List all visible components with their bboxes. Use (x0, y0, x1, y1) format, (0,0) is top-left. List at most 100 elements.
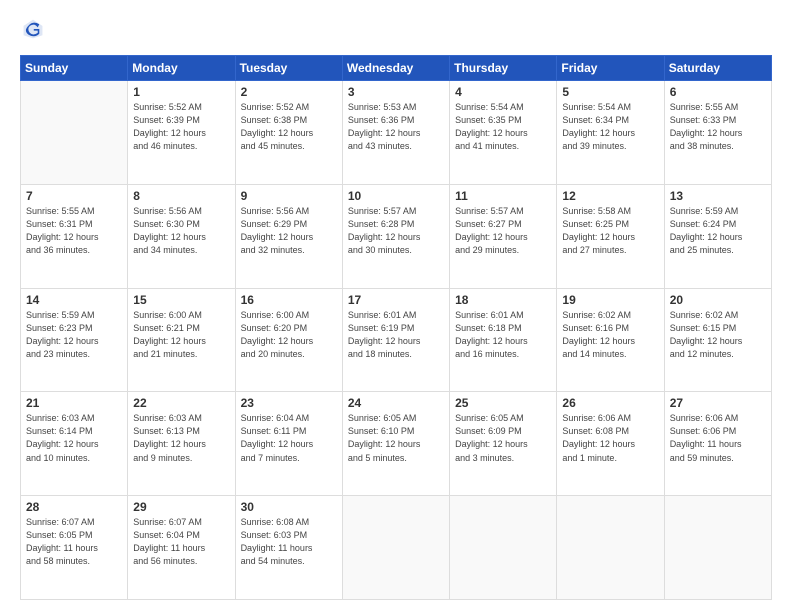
day-number: 2 (241, 85, 337, 99)
calendar-cell: 13 Sunrise: 5:59 AM Sunset: 6:24 PM Dayli… (664, 184, 771, 288)
calendar-cell: 16 Sunrise: 6:00 AM Sunset: 6:20 PM Dayli… (235, 288, 342, 392)
calendar-cell: 26Sunrise: 6:06 AM Sunset: 6:08 PM Dayli… (557, 392, 664, 496)
day-info: Sunrise: 6:08 AM Sunset: 6:03 PM Dayligh… (241, 516, 337, 568)
day-info: Sunrise: 6:02 AM Sunset: 6:15 PM Dayligh… (670, 309, 766, 361)
calendar-cell: 28Sunrise: 6:07 AM Sunset: 6:05 PM Dayli… (21, 496, 128, 600)
calendar-cell: 11Sunrise: 5:57 AM Sunset: 6:27 PM Dayli… (450, 184, 557, 288)
day-info: Sunrise: 6:07 AM Sunset: 6:05 PM Dayligh… (26, 516, 122, 568)
calendar-cell: 2 Sunrise: 5:52 AM Sunset: 6:38 PM Daylig… (235, 81, 342, 185)
calendar-week-row: 21 Sunrise: 6:03 AM Sunset: 6:14 PM Dayli… (21, 392, 772, 496)
calendar-cell: 20 Sunrise: 6:02 AM Sunset: 6:15 PM Dayli… (664, 288, 771, 392)
header (20, 18, 772, 45)
calendar-week-row: 1 Sunrise: 5:52 AM Sunset: 6:39 PM Daylig… (21, 81, 772, 185)
calendar-cell: 30 Sunrise: 6:08 AM Sunset: 6:03 PM Dayli… (235, 496, 342, 600)
calendar-week-row: 7 Sunrise: 5:55 AM Sunset: 6:31 PM Daylig… (21, 184, 772, 288)
day-number: 21 (26, 396, 122, 410)
day-number: 18 (455, 293, 551, 307)
day-info: Sunrise: 6:06 AM Sunset: 6:08 PM Dayligh… (562, 412, 658, 464)
day-number: 5 (562, 85, 658, 99)
calendar-cell (664, 496, 771, 600)
day-info: Sunrise: 5:54 AM Sunset: 6:35 PM Dayligh… (455, 101, 551, 153)
calendar-cell (450, 496, 557, 600)
day-info: Sunrise: 5:55 AM Sunset: 6:31 PM Dayligh… (26, 205, 122, 257)
day-info: Sunrise: 5:54 AM Sunset: 6:34 PM Dayligh… (562, 101, 658, 153)
calendar-cell (557, 496, 664, 600)
calendar-cell: 7 Sunrise: 5:55 AM Sunset: 6:31 PM Daylig… (21, 184, 128, 288)
calendar-cell: 15 Sunrise: 6:00 AM Sunset: 6:21 PM Dayli… (128, 288, 235, 392)
day-number: 22 (133, 396, 229, 410)
day-info: Sunrise: 5:52 AM Sunset: 6:39 PM Dayligh… (133, 101, 229, 153)
day-info: Sunrise: 6:06 AM Sunset: 6:06 PM Dayligh… (670, 412, 766, 464)
calendar-cell (21, 81, 128, 185)
day-number: 29 (133, 500, 229, 514)
day-number: 13 (670, 189, 766, 203)
day-number: 15 (133, 293, 229, 307)
day-number: 4 (455, 85, 551, 99)
day-number: 8 (133, 189, 229, 203)
calendar-table: SundayMondayTuesdayWednesdayThursdayFrid… (20, 55, 772, 600)
day-info: Sunrise: 5:52 AM Sunset: 6:38 PM Dayligh… (241, 101, 337, 153)
logo (20, 18, 48, 45)
day-info: Sunrise: 6:04 AM Sunset: 6:11 PM Dayligh… (241, 412, 337, 464)
calendar-cell: 24 Sunrise: 6:05 AM Sunset: 6:10 PM Dayli… (342, 392, 449, 496)
calendar-cell: 3 Sunrise: 5:53 AM Sunset: 6:36 PM Daylig… (342, 81, 449, 185)
day-info: Sunrise: 6:03 AM Sunset: 6:13 PM Dayligh… (133, 412, 229, 464)
day-number: 6 (670, 85, 766, 99)
calendar-cell: 12 Sunrise: 5:58 AM Sunset: 6:25 PM Dayli… (557, 184, 664, 288)
day-number: 10 (348, 189, 444, 203)
weekday-header: Sunday (21, 56, 128, 81)
calendar-week-row: 28Sunrise: 6:07 AM Sunset: 6:05 PM Dayli… (21, 496, 772, 600)
day-info: Sunrise: 6:01 AM Sunset: 6:19 PM Dayligh… (348, 309, 444, 361)
day-number: 17 (348, 293, 444, 307)
day-number: 27 (670, 396, 766, 410)
day-number: 12 (562, 189, 658, 203)
calendar-cell: 8 Sunrise: 5:56 AM Sunset: 6:30 PM Daylig… (128, 184, 235, 288)
day-info: Sunrise: 6:03 AM Sunset: 6:14 PM Dayligh… (26, 412, 122, 464)
calendar-cell: 29 Sunrise: 6:07 AM Sunset: 6:04 PM Dayli… (128, 496, 235, 600)
day-number: 3 (348, 85, 444, 99)
calendar-cell: 18 Sunrise: 6:01 AM Sunset: 6:18 PM Dayli… (450, 288, 557, 392)
day-info: Sunrise: 5:56 AM Sunset: 6:30 PM Dayligh… (133, 205, 229, 257)
weekday-header: Wednesday (342, 56, 449, 81)
calendar-cell: 21 Sunrise: 6:03 AM Sunset: 6:14 PM Dayli… (21, 392, 128, 496)
day-number: 25 (455, 396, 551, 410)
day-info: Sunrise: 5:59 AM Sunset: 6:24 PM Dayligh… (670, 205, 766, 257)
day-info: Sunrise: 5:57 AM Sunset: 6:27 PM Dayligh… (455, 205, 551, 257)
day-info: Sunrise: 6:00 AM Sunset: 6:21 PM Dayligh… (133, 309, 229, 361)
day-number: 20 (670, 293, 766, 307)
calendar-cell: 25 Sunrise: 6:05 AM Sunset: 6:09 PM Dayli… (450, 392, 557, 496)
calendar-cell: 23Sunrise: 6:04 AM Sunset: 6:11 PM Dayli… (235, 392, 342, 496)
weekday-header: Saturday (664, 56, 771, 81)
day-number: 14 (26, 293, 122, 307)
weekday-header: Monday (128, 56, 235, 81)
day-number: 19 (562, 293, 658, 307)
calendar-cell: 6Sunrise: 5:55 AM Sunset: 6:33 PM Daylig… (664, 81, 771, 185)
day-info: Sunrise: 5:53 AM Sunset: 6:36 PM Dayligh… (348, 101, 444, 153)
day-number: 1 (133, 85, 229, 99)
logo-icon (22, 18, 44, 40)
calendar-cell: 5 Sunrise: 5:54 AM Sunset: 6:34 PM Daylig… (557, 81, 664, 185)
calendar-header-row: SundayMondayTuesdayWednesdayThursdayFrid… (21, 56, 772, 81)
calendar-cell: 19 Sunrise: 6:02 AM Sunset: 6:16 PM Dayli… (557, 288, 664, 392)
weekday-header: Tuesday (235, 56, 342, 81)
day-info: Sunrise: 6:02 AM Sunset: 6:16 PM Dayligh… (562, 309, 658, 361)
day-info: Sunrise: 6:01 AM Sunset: 6:18 PM Dayligh… (455, 309, 551, 361)
day-info: Sunrise: 6:05 AM Sunset: 6:09 PM Dayligh… (455, 412, 551, 464)
day-info: Sunrise: 5:58 AM Sunset: 6:25 PM Dayligh… (562, 205, 658, 257)
calendar-cell: 27 Sunrise: 6:06 AM Sunset: 6:06 PM Dayli… (664, 392, 771, 496)
day-info: Sunrise: 6:05 AM Sunset: 6:10 PM Dayligh… (348, 412, 444, 464)
day-info: Sunrise: 5:56 AM Sunset: 6:29 PM Dayligh… (241, 205, 337, 257)
calendar-cell: 1 Sunrise: 5:52 AM Sunset: 6:39 PM Daylig… (128, 81, 235, 185)
day-number: 9 (241, 189, 337, 203)
day-info: Sunrise: 6:07 AM Sunset: 6:04 PM Dayligh… (133, 516, 229, 568)
weekday-header: Friday (557, 56, 664, 81)
calendar-cell: 9 Sunrise: 5:56 AM Sunset: 6:29 PM Daylig… (235, 184, 342, 288)
day-number: 30 (241, 500, 337, 514)
day-number: 7 (26, 189, 122, 203)
day-info: Sunrise: 5:57 AM Sunset: 6:28 PM Dayligh… (348, 205, 444, 257)
day-info: Sunrise: 6:00 AM Sunset: 6:20 PM Dayligh… (241, 309, 337, 361)
day-number: 16 (241, 293, 337, 307)
calendar-cell: 17 Sunrise: 6:01 AM Sunset: 6:19 PM Dayli… (342, 288, 449, 392)
calendar-cell: 10 Sunrise: 5:57 AM Sunset: 6:28 PM Dayli… (342, 184, 449, 288)
day-number: 24 (348, 396, 444, 410)
